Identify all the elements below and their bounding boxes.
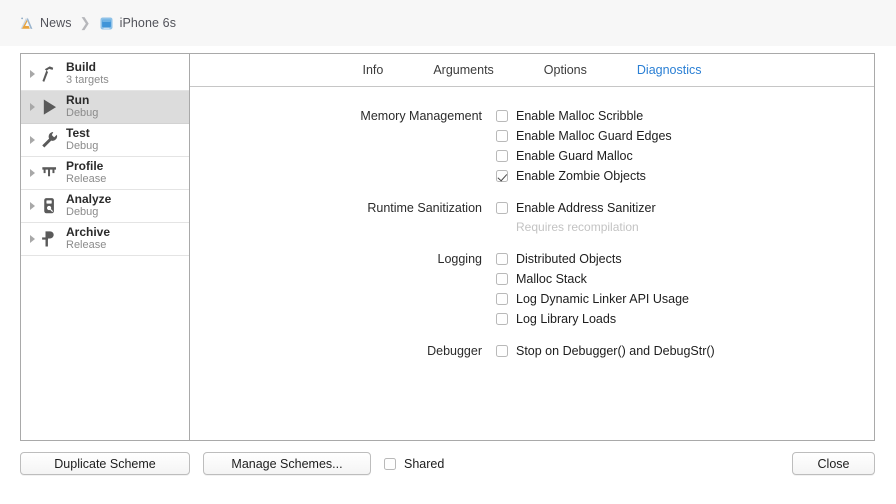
sidebar-item-archive[interactable]: Archive Release (21, 223, 189, 256)
group-memory-management: Memory Management Enable Malloc Scribble E… (190, 106, 874, 186)
gauge-icon (42, 167, 57, 177)
checkbox-row[interactable]: Enable Address Sanitizer (496, 198, 656, 218)
diagnostics-form: Memory Management Enable Malloc Scribble E… (190, 87, 874, 361)
disclosure-triangle-test-icon[interactable] (30, 136, 35, 144)
shared-checkbox-row[interactable]: Shared (384, 455, 444, 473)
sidebar-item-build[interactable]: Build 3 targets (21, 58, 189, 91)
sidebar-item-run[interactable]: Run Debug (21, 91, 189, 124)
sidebar-item-subtitle: Debug (66, 206, 99, 219)
play-icon (43, 99, 57, 115)
analyze-icon (44, 198, 54, 214)
group-debugger: Debugger Stop on Debugger() and DebugStr(… (190, 341, 874, 361)
checkbox-stop-on-debugger-and-debugstr[interactable] (496, 345, 508, 357)
wrench-icon (42, 131, 58, 148)
sidebar-item-title: Archive (66, 225, 111, 240)
sidebar-item-title: Profile (66, 159, 104, 174)
checkbox-label: Log Library Loads (516, 312, 617, 326)
tab-bar: Info Arguments Options Diagnostics (190, 54, 874, 87)
sidebar-item-title: Run (66, 93, 90, 108)
checkbox-enable-address-sanitizer[interactable] (496, 202, 508, 214)
shared-checkbox[interactable] (384, 458, 396, 470)
checkbox-enable-guard-malloc[interactable] (496, 150, 508, 162)
scheme-detail-pane: Info Arguments Options Diagnostics Memory M… (190, 54, 874, 440)
note-runtime-sanitization: Requires recompilation (516, 220, 639, 234)
checkbox-row[interactable]: Enable Zombie Objects (496, 166, 672, 186)
disclosure-triangle-profile-icon[interactable] (30, 169, 35, 177)
scheme-editor-panel: Build 3 targets Run Debug Test Debug Profile Re… (20, 53, 875, 441)
group-label: Runtime Sanitization (367, 201, 482, 215)
manage-schemes-button[interactable]: Manage Schemes... (203, 452, 371, 475)
checkbox-log-library-loads[interactable] (496, 313, 508, 325)
tab-arguments[interactable]: Arguments (433, 63, 493, 77)
checkbox-row[interactable]: Log Dynamic Linker API Usage (496, 289, 689, 309)
sidebar-item-title: Build (66, 60, 96, 75)
hammer-icon (42, 66, 54, 82)
checkbox-label: Stop on Debugger() and DebugStr() (516, 344, 715, 358)
tab-options[interactable]: Options (544, 63, 587, 77)
checkbox-log-dynamic-linker-api-usage[interactable] (496, 293, 508, 305)
group-label: Memory Management (360, 109, 482, 123)
group-runtime-sanitization: Runtime Sanitization Enable Address Sanit… (190, 198, 874, 237)
checkbox-row[interactable]: Stop on Debugger() and DebugStr() (496, 341, 715, 361)
checkbox-row[interactable]: Malloc Stack (496, 269, 689, 289)
disclosure-triangle-analyze-icon[interactable] (30, 202, 35, 210)
checkbox-label: Enable Malloc Scribble (516, 109, 644, 123)
checkbox-label: Enable Malloc Guard Edges (516, 129, 672, 143)
checkbox-label: Enable Zombie Objects (516, 169, 646, 183)
shared-label: Shared (404, 457, 445, 471)
sidebar-item-subtitle: Debug (66, 107, 99, 120)
checkbox-enable-zombie-objects[interactable] (496, 170, 508, 182)
tab-diagnostics[interactable]: Diagnostics (637, 63, 702, 77)
dialog-footer: Duplicate Scheme Manage Schemes... Share… (0, 452, 896, 504)
checkbox-label: Log Dynamic Linker API Usage (516, 292, 690, 306)
group-logging: Logging Distributed Objects Malloc Stack Lo… (190, 249, 874, 329)
checkbox-label: Distributed Objects (516, 252, 622, 266)
checkbox-label: Malloc Stack (516, 272, 587, 286)
breadcrumb-destination[interactable]: iPhone 6s (98, 15, 177, 32)
checkbox-enable-malloc-guard-edges[interactable] (496, 130, 508, 142)
breadcrumb-separator: ❯ (79, 15, 91, 30)
breadcrumb-scheme[interactable]: News (18, 15, 72, 32)
xcode-app-icon (20, 17, 33, 29)
checkbox-enable-malloc-scribble[interactable] (496, 110, 508, 122)
group-label: Debugger (427, 344, 482, 358)
sidebar-item-title: Test (66, 126, 90, 141)
checkbox-row[interactable]: Log Library Loads (496, 309, 689, 329)
sidebar-item-test[interactable]: Test Debug (21, 124, 189, 157)
sidebar-item-subtitle: Debug (66, 140, 99, 153)
disclosure-triangle-build-icon[interactable] (30, 70, 35, 78)
checkbox-row[interactable]: Enable Malloc Scribble (496, 106, 672, 126)
archive-icon (42, 231, 54, 247)
tab-info[interactable]: Info (362, 63, 383, 77)
checkbox-distributed-objects[interactable] (496, 253, 508, 265)
breadcrumb-bar: News ❯ iPhone 6s (0, 0, 896, 46)
sidebar-item-subtitle: 3 targets (66, 74, 109, 87)
disclosure-triangle-run-icon[interactable] (30, 103, 35, 111)
group-label: Logging (437, 252, 483, 266)
checkbox-label: Enable Guard Malloc (516, 149, 633, 163)
checkbox-row[interactable]: Enable Malloc Guard Edges (496, 126, 672, 146)
checkbox-malloc-stack[interactable] (496, 273, 508, 285)
close-button[interactable]: Close (792, 452, 875, 475)
disclosure-triangle-archive-icon[interactable] (30, 235, 35, 243)
breadcrumb-scheme-label: News (40, 16, 72, 30)
sidebar-item-subtitle: Release (66, 173, 107, 186)
checkbox-label: Enable Address Sanitizer (516, 201, 656, 215)
iphone-simulator-icon (100, 17, 113, 29)
breadcrumb-destination-label: iPhone 6s (119, 16, 177, 30)
duplicate-scheme-button[interactable]: Duplicate Scheme (20, 452, 190, 475)
checkbox-row[interactable]: Enable Guard Malloc (496, 146, 672, 166)
scheme-action-sidebar: Build 3 targets Run Debug Test Debug Profile Re… (21, 54, 190, 440)
sidebar-item-title: Analyze (66, 192, 112, 207)
sidebar-item-analyze[interactable]: Analyze Debug (21, 190, 189, 223)
checkbox-row[interactable]: Distributed Objects (496, 249, 689, 269)
sidebar-item-subtitle: Release (66, 239, 107, 252)
sidebar-item-profile[interactable]: Profile Release (21, 157, 189, 190)
